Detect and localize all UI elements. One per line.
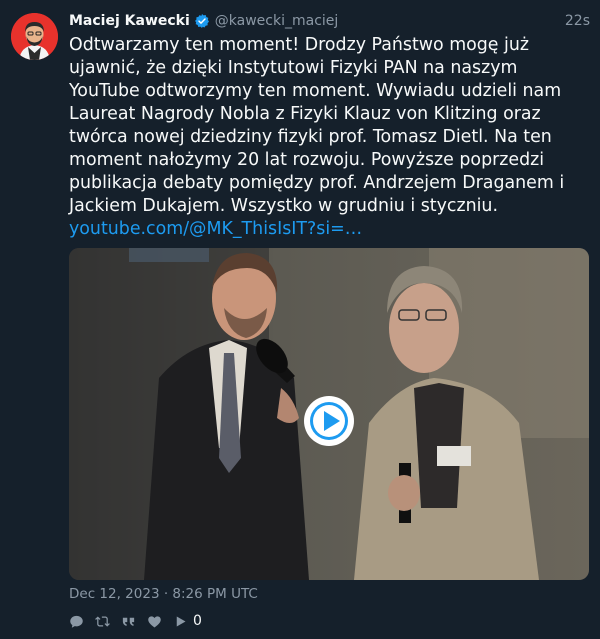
- tweet: Maciej Kawecki @kawecki_maciej 22s Odtwa…: [0, 0, 600, 639]
- view-count-value: 0: [193, 613, 202, 629]
- reply-button[interactable]: [69, 614, 84, 629]
- like-button[interactable]: [147, 614, 162, 629]
- tweet-header: Maciej Kawecki @kawecki_maciej 22s: [69, 11, 590, 31]
- verified-badge-icon: [194, 13, 210, 29]
- tweet-text-content: Odtwarzamy ten moment! Drodzy Państwo mo…: [69, 35, 565, 216]
- tweet-actions: 0: [69, 611, 213, 631]
- quote-button[interactable]: [121, 614, 136, 629]
- reply-icon: [70, 615, 83, 628]
- play-button[interactable]: [304, 396, 354, 446]
- avatar[interactable]: [11, 13, 58, 60]
- quote-icon: [122, 617, 135, 626]
- play-icon: [176, 616, 186, 626]
- retweet-icon: [95, 615, 110, 627]
- tweet-timestamp[interactable]: 22s: [565, 13, 590, 29]
- tweet-text: Odtwarzamy ten moment! Drodzy Państwo mo…: [69, 34, 579, 241]
- tweet-date[interactable]: Dec 12, 2023 · 8:26 PM UTC: [69, 586, 258, 602]
- author-handle[interactable]: @kawecki_maciej: [215, 13, 339, 29]
- heart-icon: [148, 615, 161, 627]
- view-count[interactable]: 0: [173, 613, 202, 629]
- retweet-button[interactable]: [95, 614, 110, 629]
- author-name[interactable]: Maciej Kawecki: [69, 13, 190, 29]
- tweet-link[interactable]: youtube.com/@MK_ThisIsIT?si=…: [69, 219, 362, 239]
- play-icon: [306, 398, 352, 444]
